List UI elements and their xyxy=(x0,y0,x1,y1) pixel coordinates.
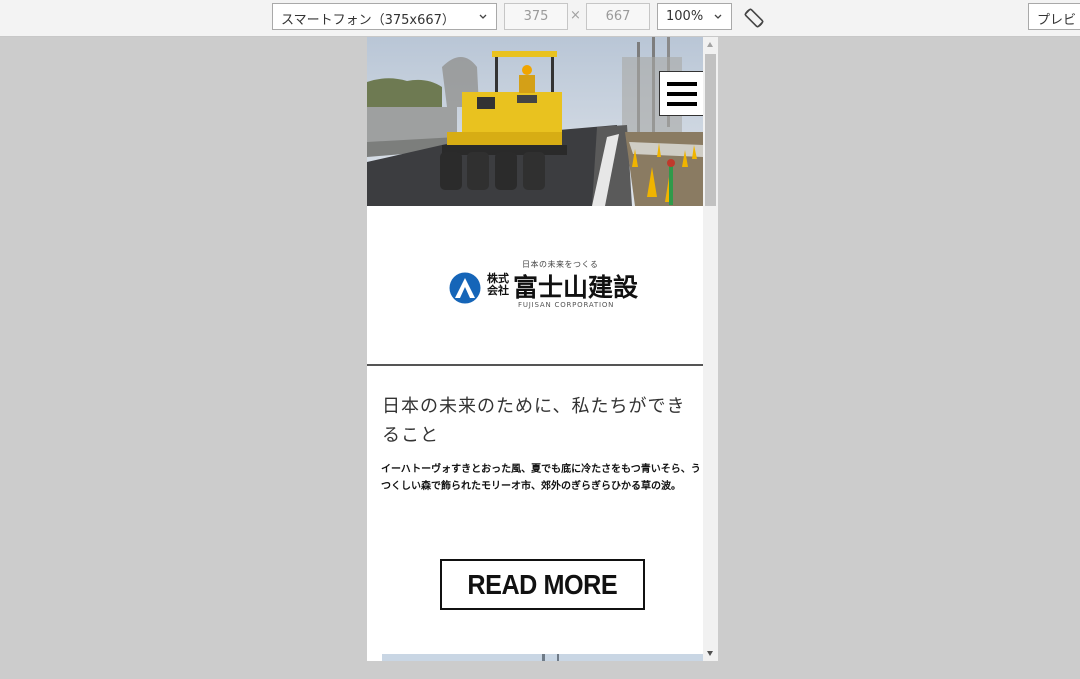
device-select[interactable]: スマートフォン（375x667） xyxy=(272,3,497,30)
read-more-button[interactable]: READ MORE xyxy=(440,559,645,610)
menu-bar-icon xyxy=(667,102,697,106)
hero-image xyxy=(367,37,703,206)
device-viewport: 日本の未来をつくる 株式会社 富士山建設 FUJISAN CORPORATION… xyxy=(367,37,718,661)
zoom-select-value: 100% xyxy=(666,9,704,24)
preview-toolbar: スマートフォン（375x667） 375 × 667 100% プレビ xyxy=(0,0,1080,37)
menu-bar-icon xyxy=(667,92,697,96)
read-more-label: READ MORE xyxy=(467,569,618,600)
page-content: 日本の未来をつくる 株式会社 富士山建設 FUJISAN CORPORATION… xyxy=(367,37,704,661)
next-section-image xyxy=(382,654,703,661)
dimension-separator: × xyxy=(570,8,581,23)
chevron-down-icon xyxy=(479,14,487,19)
scroll-up-arrow-icon[interactable] xyxy=(707,42,713,47)
height-input[interactable]: 667 xyxy=(586,3,650,30)
scroll-thumb[interactable] xyxy=(705,54,716,206)
menu-bar-icon xyxy=(667,82,697,86)
rotate-device-icon[interactable] xyxy=(742,6,766,30)
vertical-scrollbar[interactable] xyxy=(703,37,718,661)
company-mark-icon xyxy=(449,272,481,304)
preview-button[interactable]: プレビ xyxy=(1028,3,1080,30)
scroll-down-arrow-icon[interactable] xyxy=(707,651,713,656)
hamburger-menu-button[interactable] xyxy=(659,71,704,116)
section-headline: 日本の未来のために、私たちができること xyxy=(382,396,686,446)
logo-kabushiki: 株式会社 xyxy=(487,272,509,297)
chevron-down-icon xyxy=(714,14,722,19)
zoom-select[interactable]: 100% xyxy=(657,3,732,30)
company-logo[interactable]: 日本の未来をつくる 株式会社 富士山建設 FUJISAN CORPORATION xyxy=(367,206,703,364)
device-select-value: スマートフォン（375x667） xyxy=(281,13,455,28)
logo-company-name: 富士山建設 xyxy=(513,273,639,302)
width-input[interactable]: 375 xyxy=(504,3,568,30)
logo-romaji: FUJISAN CORPORATION xyxy=(518,301,615,309)
section-body: イーハトーヴォすきとおった風、夏でも底に冷たさをもつ青いそら、うつくしい森で飾ら… xyxy=(381,464,701,492)
section-divider xyxy=(367,364,703,366)
